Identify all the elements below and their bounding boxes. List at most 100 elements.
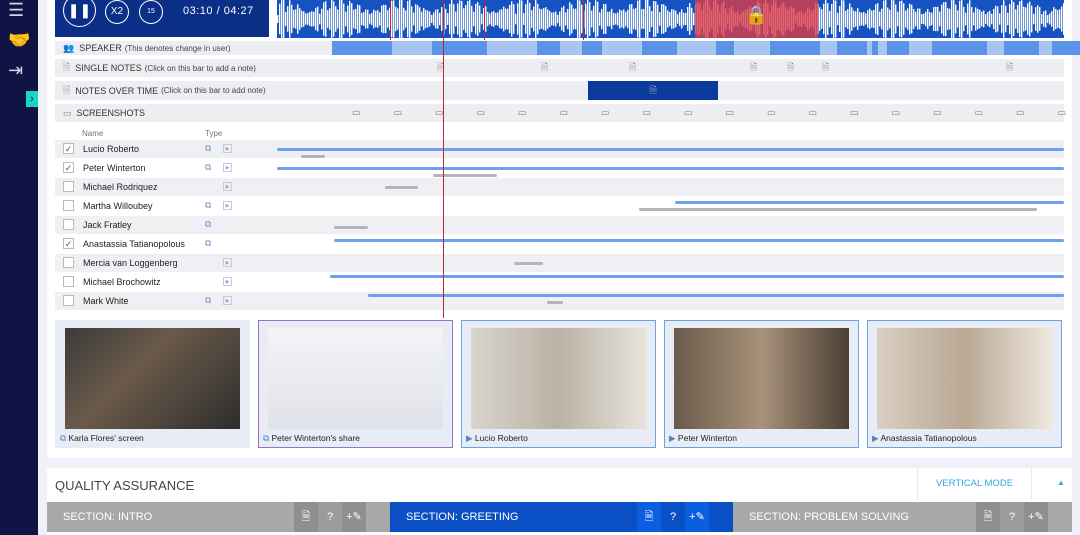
screenshot-icon[interactable]: ▭: [518, 108, 527, 119]
collapse-icon[interactable]: ▲: [1057, 478, 1065, 487]
wave-sample: [309, 11, 311, 27]
speaker-segment[interactable]: [432, 41, 487, 55]
notes-button[interactable]: 🗎: [637, 502, 661, 532]
share-activity-bar[interactable]: [385, 186, 418, 189]
participant-checkbox[interactable]: [63, 257, 74, 268]
speaker-segment[interactable]: [716, 41, 734, 55]
notes-button[interactable]: 🗎: [294, 502, 318, 532]
speaker-segment[interactable]: [837, 41, 867, 55]
note-icon[interactable]: 🗎: [629, 60, 636, 76]
speaker-segment[interactable]: [332, 41, 392, 55]
speaker-segment[interactable]: [1004, 41, 1039, 55]
screenshot-icon[interactable]: ▭: [352, 108, 361, 119]
screenshot-icon[interactable]: ▭: [975, 108, 984, 119]
video-thumbnail[interactable]: ▶ Anastassia Tatianopolous: [867, 320, 1062, 448]
speed-button[interactable]: X2: [105, 0, 129, 24]
screenshot-icon[interactable]: ▭: [1058, 108, 1067, 119]
expand-nav-button[interactable]: ›: [26, 91, 38, 107]
qa-section[interactable]: SECTION: INTRO 🗎 ? +✎: [47, 502, 390, 532]
note-icon[interactable]: 🗎: [1006, 60, 1013, 76]
screenshot-icon[interactable]: ▭: [933, 108, 942, 119]
add-note-button[interactable]: +✎: [342, 502, 366, 532]
handshake-icon[interactable]: 🤝: [8, 30, 30, 51]
note-icon: 🗎: [63, 84, 71, 95]
video-thumbnail[interactable]: ▶ Lucio Roberto: [461, 320, 656, 448]
screenshot-icon[interactable]: ▭: [477, 108, 486, 119]
speaker-segment[interactable]: [872, 41, 878, 55]
rewind-15-button[interactable]: 15: [139, 0, 163, 24]
speaker-segment[interactable]: [642, 41, 677, 55]
sliders-icon[interactable]: ☰: [8, 0, 24, 21]
share-activity-bar[interactable]: [514, 262, 543, 265]
speaker-segment[interactable]: [887, 41, 909, 55]
help-button[interactable]: ?: [661, 502, 685, 532]
screenshot-icon[interactable]: ▭: [643, 108, 652, 119]
wave-sample: [961, 0, 963, 38]
screenshot-icon[interactable]: ▭: [809, 108, 818, 119]
note-icon[interactable]: 🗎: [750, 60, 757, 76]
note-icon[interactable]: 🗎: [822, 60, 829, 76]
wave-sample: [321, 8, 323, 30]
participant-checkbox[interactable]: [63, 219, 74, 230]
video-thumbnail[interactable]: ⧉ Karla Flores' screen: [55, 320, 250, 448]
video-thumbnail[interactable]: ▶ Peter Winterton: [664, 320, 859, 448]
participant-checkbox[interactable]: [63, 181, 74, 192]
single-notes-track[interactable]: 🗎 SINGLE NOTES (Click on this bar to add a…: [55, 59, 1064, 77]
video-activity-bar[interactable]: [277, 148, 1064, 151]
screenshot-icon[interactable]: ▭: [850, 108, 859, 119]
participant-checkbox[interactable]: ✓: [63, 162, 74, 173]
qa-section[interactable]: SECTION: PROBLEM SOLVING 🗎 ? +✎: [733, 502, 1072, 532]
pause-button[interactable]: ❚❚: [63, 0, 96, 27]
wave-sample: [379, 12, 381, 26]
screenshot-icon[interactable]: ▭: [1016, 108, 1025, 119]
screenshot-icon[interactable]: ▭: [767, 108, 776, 119]
wave-sample: [359, 5, 361, 33]
screenshot-icon[interactable]: ▭: [560, 108, 569, 119]
participant-checkbox[interactable]: [63, 295, 74, 306]
screenshot-icon[interactable]: ▭: [892, 108, 901, 119]
waveform[interactable]: 🔒: [277, 0, 1064, 38]
notes-over-time-track[interactable]: 🗎 NOTES OVER TIME (Click on this bar to ad…: [55, 81, 1064, 100]
speaker-segment[interactable]: [537, 41, 560, 55]
share-activity-bar[interactable]: [639, 208, 1037, 211]
participant-checkbox[interactable]: [63, 200, 74, 211]
screenshot-icon[interactable]: ▭: [394, 108, 403, 119]
speaker-segment[interactable]: [582, 41, 602, 55]
note-range[interactable]: 🗎: [588, 81, 718, 100]
wave-sample: [829, 10, 831, 28]
speaker-segment[interactable]: [1052, 41, 1080, 55]
speaker-track[interactable]: 👥 SPEAKER (This denotes change in user): [55, 41, 1080, 55]
share-activity-bar[interactable]: [547, 301, 563, 304]
screenshots-track[interactable]: ▭ SCREENSHOTS ▭ ▭ ▭ ▭ ▭ ▭ ▭ ▭ ▭ ▭ ▭ ▭ ▭ ▭ ▭ ▭ ▭ ▭: [55, 104, 1067, 122]
wave-sample: [977, 8, 979, 30]
participant-checkbox[interactable]: ✓: [63, 143, 74, 154]
playhead[interactable]: [443, 0, 444, 318]
screenshot-icon[interactable]: ▭: [726, 108, 735, 119]
share-activity-bar[interactable]: [301, 155, 325, 158]
add-note-button[interactable]: +✎: [1024, 502, 1048, 532]
participant-checkbox[interactable]: [63, 276, 74, 287]
video-thumbnail[interactable]: ⧉ Peter Winterton's share: [258, 320, 453, 448]
notes-button[interactable]: 🗎: [976, 502, 1000, 532]
wave-sample: [619, 9, 621, 29]
participant-checkbox[interactable]: ✓: [63, 238, 74, 249]
qa-section[interactable]: SECTION: GREETING 🗎 ? +✎: [390, 502, 733, 532]
help-button[interactable]: ?: [1000, 502, 1024, 532]
wave-sample: [865, 13, 867, 25]
speaker-segment[interactable]: [932, 41, 987, 55]
add-note-button[interactable]: +✎: [685, 502, 709, 532]
video-activity-bar[interactable]: [675, 201, 1064, 204]
video-activity-bar[interactable]: [330, 275, 1064, 278]
screenshot-icon[interactable]: ▭: [601, 108, 610, 119]
logout-icon[interactable]: ⇥: [8, 60, 23, 81]
share-activity-bar[interactable]: [334, 226, 368, 229]
note-icon[interactable]: 🗎: [541, 60, 548, 76]
thumbnail-name: Peter Winterton's share: [271, 433, 361, 443]
help-button[interactable]: ?: [318, 502, 342, 532]
video-activity-bar[interactable]: [277, 167, 1064, 170]
video-activity-bar[interactable]: [368, 294, 1064, 297]
vertical-mode-button[interactable]: VERTICAL MODE: [917, 468, 1032, 500]
speaker-segment[interactable]: [770, 41, 820, 55]
note-icon[interactable]: 🗎: [787, 60, 794, 76]
screenshot-icon[interactable]: ▭: [684, 108, 693, 119]
